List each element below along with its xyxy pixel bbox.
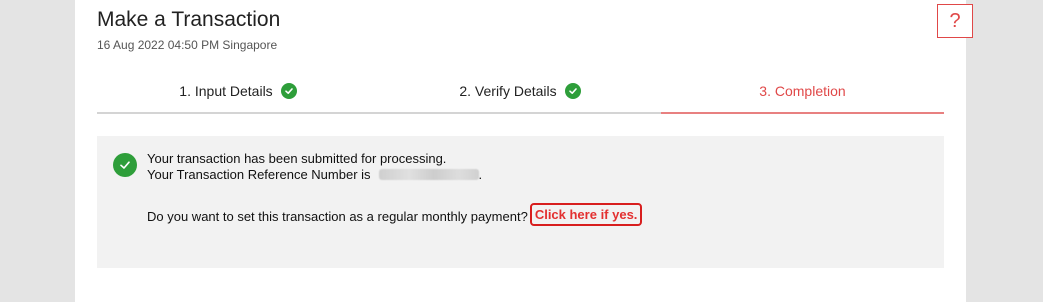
reference-number-blurred (378, 169, 479, 180)
step-label: 1. Input Details (179, 83, 273, 99)
check-icon (564, 83, 581, 99)
submitted-message: Your transaction has been submitted for … (147, 151, 447, 166)
transaction-panel: Make a Transaction 16 Aug 2022 04:50 PM … (75, 0, 973, 302)
transaction-datetime: 16 Aug 2022 04:50 PM Singapore (97, 38, 278, 52)
help-button[interactable]: ? (937, 4, 973, 38)
step-label: 3. Completion (759, 83, 846, 99)
page-title: Make a Transaction (97, 8, 281, 31)
step-label: 2. Verify Details (459, 83, 557, 99)
link-highlight-box: Click here if yes. (529, 203, 643, 226)
check-icon (280, 83, 297, 99)
reference-number-label: Your Transaction Reference Number is (147, 167, 371, 182)
step-completion[interactable]: 3. Completion (661, 70, 944, 114)
monthly-payment-question-line: Do you want to set this transaction as a… (147, 203, 643, 228)
completion-message-box: Your transaction has been submitted for … (97, 136, 944, 268)
step-input-details[interactable]: 1. Input Details (97, 70, 379, 114)
set-regular-payment-link[interactable]: Click here if yes. (535, 207, 638, 222)
monthly-payment-question: Do you want to set this transaction as a… (147, 209, 528, 224)
reference-number-suffix: . (478, 167, 483, 182)
step-indicator: 1. Input Details 2. Verify Details 3. Co… (97, 70, 944, 115)
page: Make a Transaction 16 Aug 2022 04:50 PM … (0, 0, 1043, 302)
reference-number-line: Your Transaction Reference Number is . (147, 167, 482, 182)
help-icon: ? (949, 9, 961, 32)
step-verify-details[interactable]: 2. Verify Details (379, 70, 661, 114)
success-check-icon (113, 153, 137, 177)
